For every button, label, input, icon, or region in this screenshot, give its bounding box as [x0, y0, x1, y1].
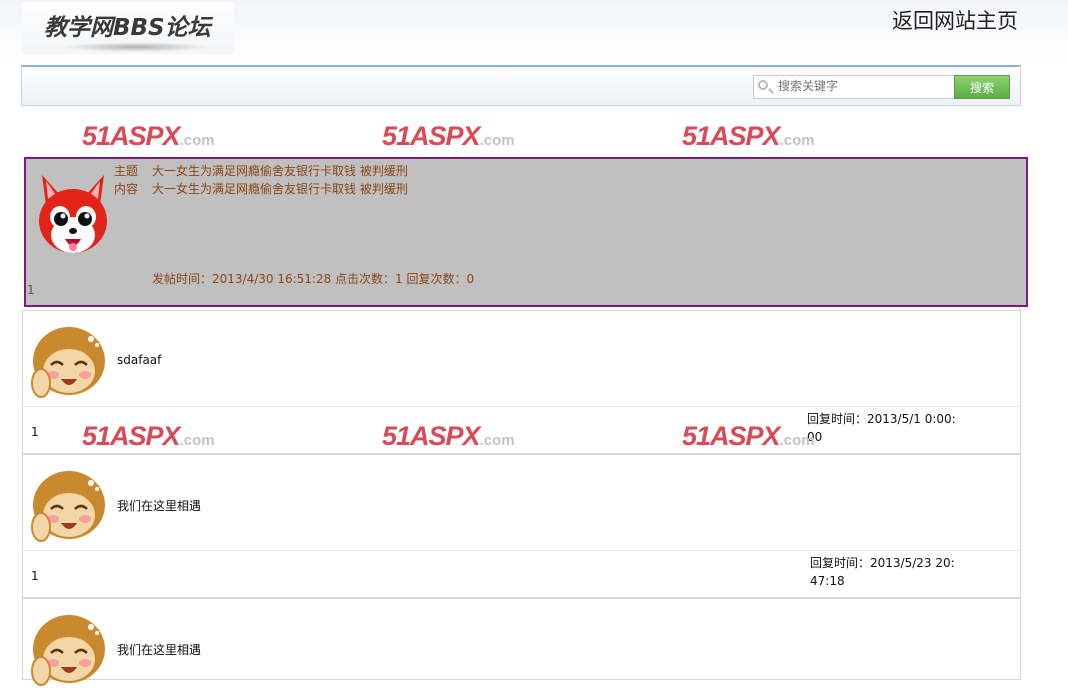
- topic-post: 主题 大一女生为满足网瘾偷舍友银行卡取钱 被判缓刑 内容 大一女生为满足网瘾偷舍…: [24, 157, 1028, 307]
- reply-content: 我们在这里相遇: [117, 499, 202, 513]
- monkey-avatar-icon: [31, 327, 105, 398]
- reply-number: 1: [31, 569, 39, 583]
- content-label: 内容: [114, 182, 139, 196]
- banner-logo-suffix: .com: [479, 132, 515, 149]
- banner-logo-suffix: .com: [779, 132, 815, 149]
- banner-logo-main: 51ASPX: [682, 421, 781, 451]
- banner-logo-suffix: .com: [479, 432, 515, 449]
- banner-logo: 51ASPX.com: [682, 421, 815, 451]
- banner-logo-main: 51ASPX: [382, 421, 481, 451]
- banner-logo-main: 51ASPX: [82, 421, 181, 451]
- banner-logo: 51ASPX.com: [382, 421, 515, 451]
- banner-logo-suffix: .com: [179, 432, 215, 449]
- forum-logo[interactable]: 教学网BBS论坛: [22, 2, 234, 54]
- banner-logo-main: 51ASPX: [382, 121, 481, 151]
- search-bar: 搜索: [21, 65, 1021, 106]
- banner-logo-suffix: .com: [779, 432, 815, 449]
- topic-subject: 大一女生为满足网瘾偷舍友银行卡取钱 被判缓刑: [152, 164, 408, 178]
- banner-logo: 51ASPX.com: [382, 121, 515, 151]
- topic-content: 大一女生为满足网瘾偷舍友银行卡取钱 被判缓刑: [152, 182, 408, 196]
- banner-logo: 51ASPX.com: [82, 121, 215, 151]
- reply-content: 我们在这里相遇: [117, 643, 202, 657]
- banner-logo-main: 51ASPX: [682, 121, 781, 151]
- subject-label: 主题: [114, 164, 139, 178]
- logo-shadow: [62, 42, 210, 52]
- topic-number: 1: [27, 283, 35, 297]
- logo-text: 教学网BBS论坛: [44, 15, 211, 41]
- reply-number: 1: [31, 425, 39, 439]
- monkey-avatar-icon: [31, 471, 105, 542]
- reply-item: 我们在这里相遇: [22, 598, 1021, 686]
- return-home-link[interactable]: 返回网站主页: [892, 5, 1018, 35]
- banner-logo: 51ASPX.com: [82, 421, 215, 451]
- reply-content: sdafaaf: [117, 353, 162, 367]
- reply-time: 回复时间：2013/5/1 0:00:00: [807, 410, 957, 450]
- banner-logo: 51ASPX.com: [682, 121, 815, 151]
- search-button[interactable]: 搜索: [954, 75, 1010, 99]
- banner-logo-suffix: .com: [179, 132, 215, 149]
- topic-meta: 发帖时间：2013/4/30 16:51:28 点击次数：1 回复次数：0: [152, 272, 475, 286]
- search-box[interactable]: [753, 75, 955, 99]
- reply-item: 我们在这里相遇 1 回复时间：2013/5/23 20:47:18: [22, 454, 1021, 598]
- reply-time: 回复时间：2013/5/23 20:47:18: [810, 554, 960, 594]
- search-input[interactable]: [778, 78, 948, 94]
- search-icon: [758, 80, 768, 90]
- monkey-avatar-icon: [31, 615, 105, 686]
- banner-logo-main: 51ASPX: [82, 121, 181, 151]
- red-fox-avatar-icon: [39, 175, 107, 253]
